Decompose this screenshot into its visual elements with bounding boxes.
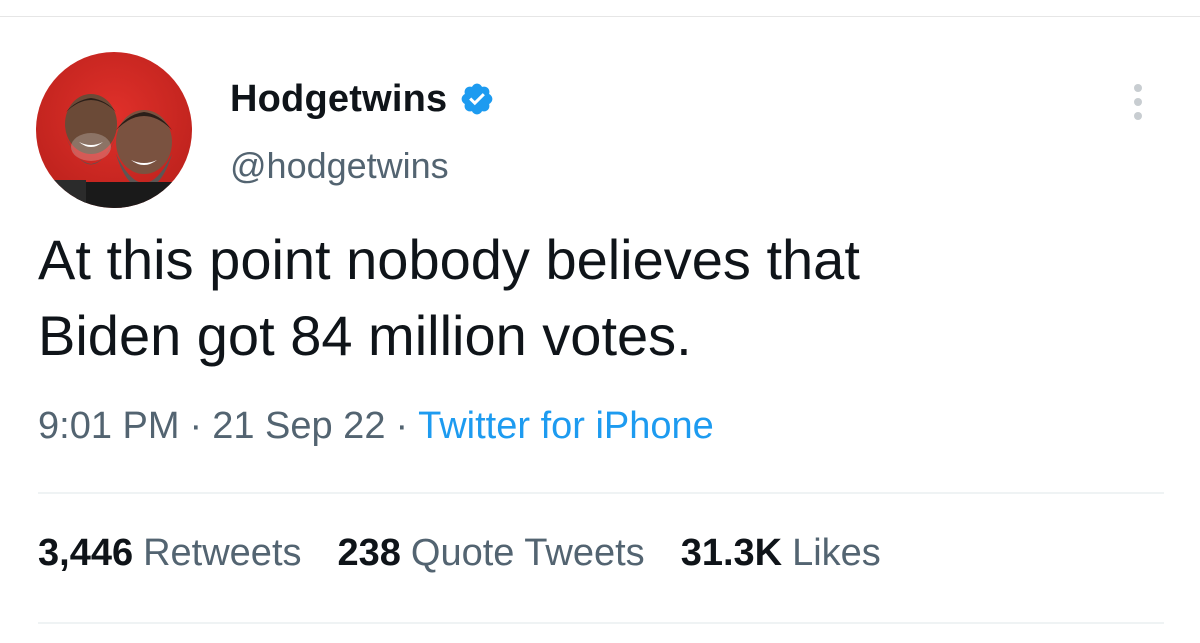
- verified-badge-icon: [459, 81, 495, 117]
- tweet-stats: 3,446 Retweets 238 Quote Tweets 31.3K Likes: [38, 532, 917, 575]
- stats-divider-bottom: [38, 622, 1164, 624]
- tweet-card: Hodgetwins @hodgetwins At this point nob…: [0, 0, 1200, 643]
- tweet-text-line: At this point nobody believes that: [38, 228, 860, 291]
- retweets-count: 3,446: [38, 532, 134, 574]
- retweets-label: Retweets: [143, 532, 302, 574]
- stats-divider-top: [38, 492, 1164, 494]
- quote-tweets-count: 238: [337, 532, 401, 574]
- tweet-time[interactable]: 9:01 PM: [38, 405, 180, 447]
- tweet-text-line: Biden got 84 million votes.: [38, 304, 692, 367]
- more-options-icon[interactable]: [1128, 78, 1148, 128]
- likes-stat[interactable]: 31.3K Likes: [681, 532, 881, 575]
- avatar[interactable]: [36, 52, 192, 208]
- likes-count: 31.3K: [680, 532, 783, 574]
- tweet-meta: 9:01 PM · 21 Sep 22 · Twitter for iPhone: [38, 405, 714, 448]
- quote-tweets-label: Quote Tweets: [410, 532, 645, 574]
- likes-label: Likes: [792, 532, 881, 574]
- tweet-date[interactable]: 21 Sep 22: [212, 405, 385, 447]
- tweet-source-link[interactable]: Twitter for iPhone: [418, 405, 714, 447]
- meta-separator: ·: [189, 405, 203, 447]
- user-handle[interactable]: @hodgetwins: [230, 145, 449, 187]
- tweet-text: At this point nobody believes that Biden…: [38, 222, 1158, 374]
- avatar-image: [36, 52, 192, 208]
- meta-separator: ·: [395, 405, 409, 447]
- retweets-stat[interactable]: 3,446 Retweets: [38, 532, 302, 575]
- display-name-row[interactable]: Hodgetwins: [230, 74, 495, 124]
- quote-tweets-stat[interactable]: 238 Quote Tweets: [338, 532, 645, 575]
- display-name[interactable]: Hodgetwins: [230, 78, 447, 121]
- top-divider: [0, 16, 1200, 17]
